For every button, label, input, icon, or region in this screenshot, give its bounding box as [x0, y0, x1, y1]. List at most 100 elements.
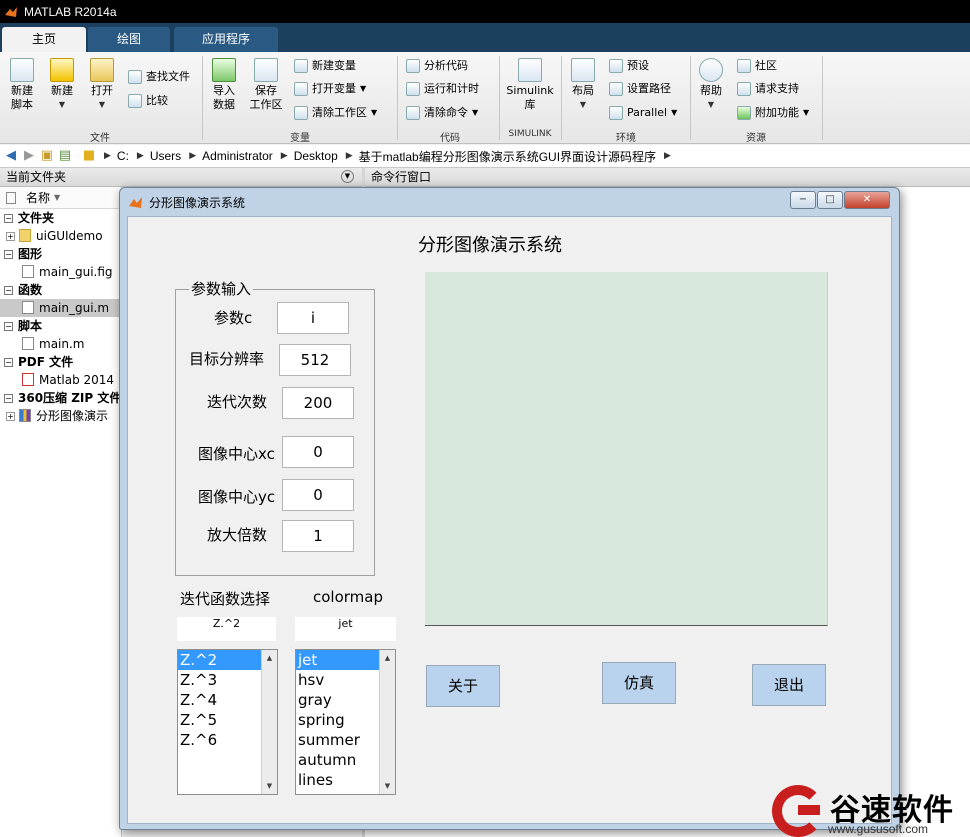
- parallel-label: Parallel: [627, 106, 668, 119]
- expand-icon[interactable]: +: [6, 412, 15, 421]
- list-item-zip[interactable]: + 分形图像演示: [0, 407, 121, 425]
- watermark-g-bar: [798, 805, 820, 815]
- list-item-fig[interactable]: main_gui.fig: [0, 263, 121, 281]
- import-data-button[interactable]: 导入 数据: [206, 58, 242, 112]
- new-plus-icon: [50, 58, 74, 82]
- new-variable-button[interactable]: 新建变量: [294, 57, 356, 75]
- preferences-label: 预设: [627, 59, 649, 72]
- find-files-button[interactable]: 查找文件: [128, 68, 190, 86]
- list-item-script[interactable]: main.m: [0, 335, 121, 353]
- scroll-up-icon[interactable]: ▲: [262, 651, 277, 665]
- category-figure[interactable]: − 图形: [0, 245, 121, 263]
- category-pdf[interactable]: − PDF 文件: [0, 353, 121, 371]
- param-c-input[interactable]: i: [277, 302, 349, 334]
- breadcrumb-c[interactable]: C:: [117, 149, 129, 163]
- collapse-icon[interactable]: −: [4, 250, 13, 259]
- list-item-folder[interactable]: + uiGUIdemo: [0, 227, 121, 245]
- resolution-input[interactable]: 512: [279, 344, 351, 376]
- listbox-scrollbar[interactable]: ▲ ▼: [261, 650, 277, 794]
- compare-label: 比较: [146, 94, 168, 107]
- new-script-button[interactable]: 新建 脚本: [4, 58, 40, 112]
- param-c-label: 参数c: [214, 309, 253, 327]
- save-workspace-button[interactable]: 保存 工作区: [244, 58, 288, 112]
- addons-button[interactable]: 附加功能 ▼: [737, 104, 809, 122]
- clear-workspace-button[interactable]: 清除工作区 ▼: [294, 104, 377, 122]
- breadcrumb-desktop[interactable]: Desktop: [294, 149, 338, 163]
- minimize-icon[interactable]: −: [790, 191, 816, 209]
- compare-button[interactable]: 比较: [128, 92, 168, 110]
- iter-function-listbox[interactable]: Z.^2 Z.^3 Z.^4 Z.^5 Z.^6 ▲ ▼: [177, 649, 278, 795]
- chevron-down-icon: ▼: [707, 100, 715, 109]
- panel-menu-icon[interactable]: ▼: [341, 170, 354, 183]
- center-yc-label: 图像中心yc: [198, 488, 276, 506]
- breadcrumb-separator-icon: ▶: [189, 151, 197, 161]
- collapse-icon[interactable]: −: [4, 214, 13, 223]
- chevron-down-icon: ▼: [58, 100, 66, 109]
- collapse-icon[interactable]: −: [4, 286, 13, 295]
- open-button[interactable]: 打开 ▼: [84, 58, 120, 112]
- center-yc-input[interactable]: 0: [282, 479, 354, 511]
- new-button[interactable]: 新建 ▼: [44, 58, 80, 112]
- request-support-button[interactable]: 请求支持: [737, 80, 799, 98]
- clear-workspace-label: 清除工作区: [312, 106, 367, 119]
- parallel-button[interactable]: Parallel ▼: [609, 104, 677, 122]
- forward-arrow-icon[interactable]: ▶: [22, 149, 36, 163]
- clear-workspace-icon: [294, 106, 308, 120]
- scroll-down-icon[interactable]: ▼: [380, 779, 395, 793]
- category-script[interactable]: − 脚本: [0, 317, 121, 335]
- breadcrumb-administrator[interactable]: Administrator: [202, 149, 273, 163]
- command-window-title: 命令行窗口: [371, 170, 432, 184]
- category-folder[interactable]: − 文件夹: [0, 209, 121, 227]
- ribbon-tab-strip: 主页 绘图 应用程序: [0, 23, 970, 52]
- run-and-time-button[interactable]: 运行和计时: [406, 80, 479, 98]
- about-button[interactable]: 关于: [426, 665, 500, 707]
- tab-apps[interactable]: 应用程序: [174, 27, 278, 52]
- maximize-icon[interactable]: □: [817, 191, 843, 209]
- breadcrumb-project-folder[interactable]: 基于matlab编程分形图像演示系统GUI界面设计源码程序: [359, 148, 656, 165]
- collapse-icon[interactable]: −: [4, 394, 13, 403]
- listbox-scrollbar[interactable]: ▲ ▼: [379, 650, 395, 794]
- zoom-input[interactable]: 1: [282, 520, 354, 552]
- simulink-label: Simulink 库: [506, 84, 554, 111]
- new-variable-icon: [294, 59, 308, 73]
- collapse-icon[interactable]: −: [4, 358, 13, 367]
- simulink-library-button[interactable]: Simulink 库: [504, 58, 556, 112]
- gui-titlebar[interactable]: 分形图像演示系统 − □ ✕: [120, 188, 899, 216]
- simulate-button[interactable]: 仿真: [602, 662, 676, 704]
- expand-icon[interactable]: +: [6, 232, 15, 241]
- analyze-code-button[interactable]: 分析代码: [406, 57, 468, 75]
- breadcrumb-users[interactable]: Users: [150, 149, 181, 163]
- scroll-down-icon[interactable]: ▼: [262, 779, 277, 793]
- close-icon[interactable]: ✕: [844, 191, 890, 209]
- colormap-listbox[interactable]: jet hsv gray spring summer autumn lines …: [295, 649, 396, 795]
- center-xc-input[interactable]: 0: [282, 436, 354, 468]
- category-zip[interactable]: −360压缩 ZIP 文件: [0, 389, 121, 407]
- folder-open-icon: [90, 58, 114, 82]
- help-button[interactable]: 帮助 ▼: [696, 58, 726, 112]
- list-item-function[interactable]: main_gui.m: [0, 299, 121, 317]
- iterations-input[interactable]: 200: [282, 387, 354, 419]
- clear-commands-button[interactable]: 清除命令 ▼: [406, 104, 478, 122]
- matlab-titlebar: MATLAB R2014a: [0, 0, 970, 23]
- set-path-button[interactable]: 设置路径: [609, 80, 671, 98]
- new-variable-label: 新建变量: [312, 59, 356, 72]
- category-function[interactable]: − 函数: [0, 281, 121, 299]
- collapse-icon[interactable]: −: [4, 322, 13, 331]
- exit-button[interactable]: 退出: [752, 664, 826, 706]
- tab-home[interactable]: 主页: [2, 27, 86, 52]
- list-item-pdf[interactable]: Matlab 2014: [0, 371, 121, 389]
- up-folder-icon[interactable]: ▣: [40, 149, 54, 163]
- find-files-label: 查找文件: [146, 70, 190, 83]
- browse-folder-icon[interactable]: ▤: [58, 149, 72, 163]
- folder-icon: ■: [82, 148, 96, 163]
- tab-plots[interactable]: 绘图: [88, 27, 170, 52]
- open-variable-button[interactable]: 打开变量 ▼: [294, 80, 366, 98]
- preferences-button[interactable]: 预设: [609, 57, 649, 75]
- back-arrow-icon[interactable]: ◀: [4, 149, 18, 163]
- community-button[interactable]: 社区: [737, 57, 777, 75]
- layout-button[interactable]: 布局 ▼: [566, 58, 600, 112]
- scroll-up-icon[interactable]: ▲: [380, 651, 395, 665]
- name-column-header[interactable]: 名称 ▼: [0, 187, 121, 209]
- zip-archive-icon: [19, 409, 31, 422]
- file-name: 分形图像演示: [36, 409, 109, 423]
